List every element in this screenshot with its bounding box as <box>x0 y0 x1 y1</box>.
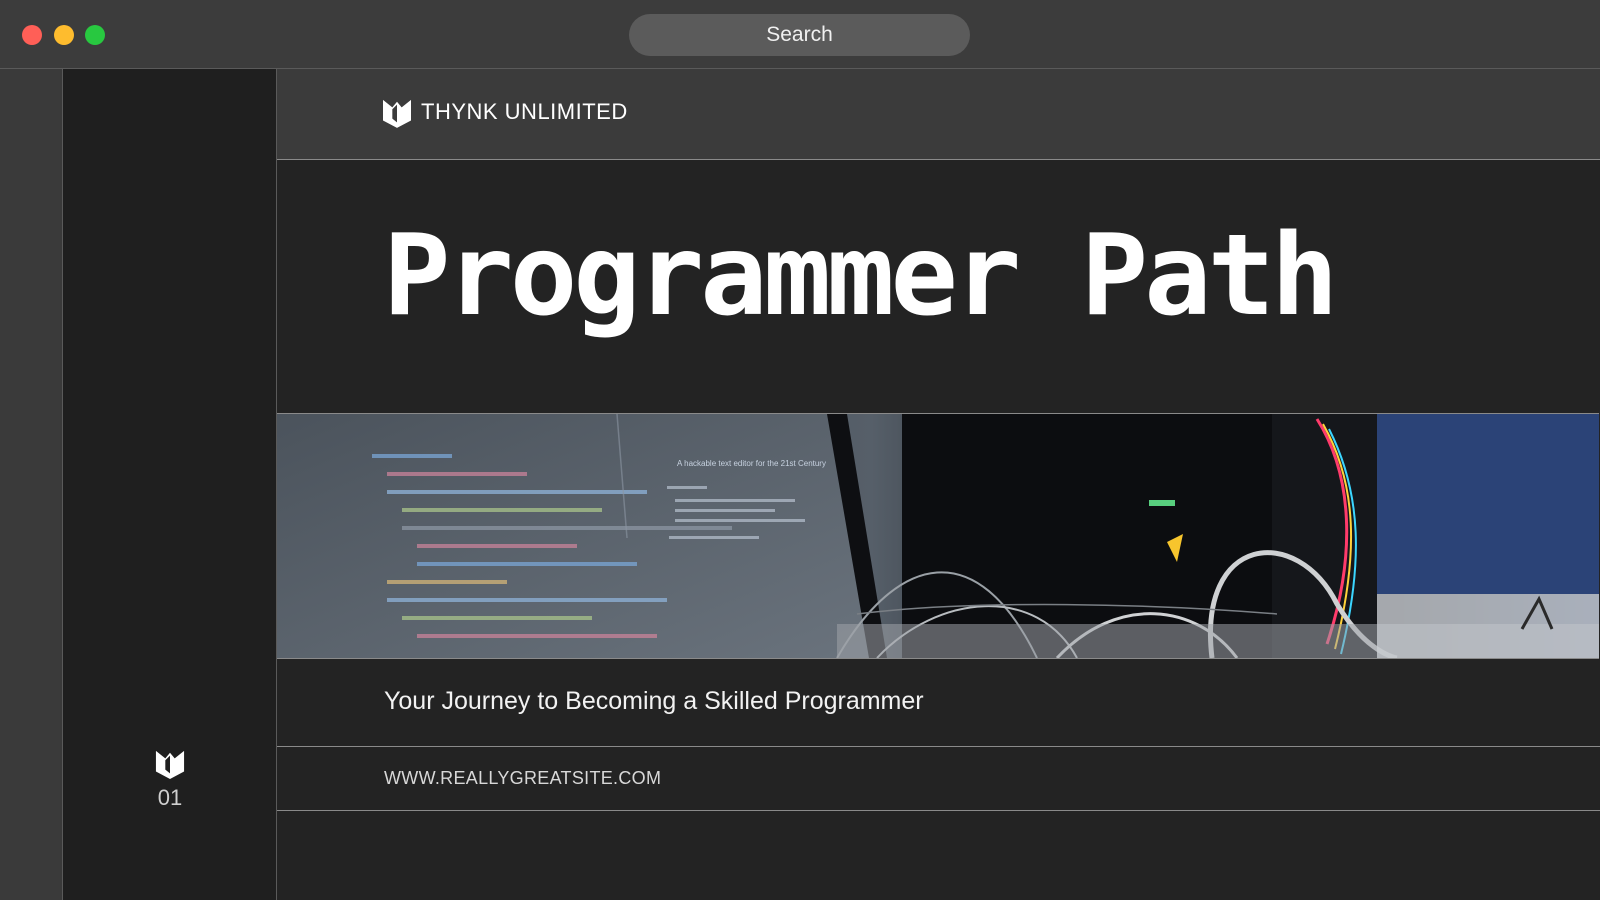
slide-header: THYNK UNLIMITED <box>277 69 1600 160</box>
slide-canvas[interactable]: THYNK UNLIMITED Programmer Path A hackab… <box>277 69 1600 900</box>
website-url: WWW.REALLYGREATSITE.COM <box>384 768 662 788</box>
brand-logo-icon <box>383 99 411 128</box>
close-window-button[interactable] <box>22 25 42 45</box>
divider <box>277 746 1600 747</box>
brand-logo-icon[interactable] <box>155 749 185 779</box>
zoom-window-button[interactable] <box>85 25 105 45</box>
slide-thumbnail-panel: 01 <box>63 69 277 900</box>
slide-subtitle: Your Journey to Becoming a Skilled Progr… <box>384 687 924 715</box>
brand-name: THYNK UNLIMITED <box>421 99 628 124</box>
workspace-photo: A hackable text editor for the 21st Cent… <box>277 414 1599 658</box>
minimize-window-button[interactable] <box>54 25 74 45</box>
slide-number[interactable]: 01 <box>63 785 277 811</box>
slide-title: Programmer Path <box>383 211 1338 341</box>
title-bar: Search <box>0 0 1600 69</box>
divider <box>277 810 1600 811</box>
hero-image: A hackable text editor for the 21st Cent… <box>277 413 1599 659</box>
left-gutter <box>0 69 63 900</box>
screen-heading-text: A hackable text editor for the 21st Cent… <box>677 459 826 468</box>
search-bar[interactable]: Search <box>629 14 970 56</box>
